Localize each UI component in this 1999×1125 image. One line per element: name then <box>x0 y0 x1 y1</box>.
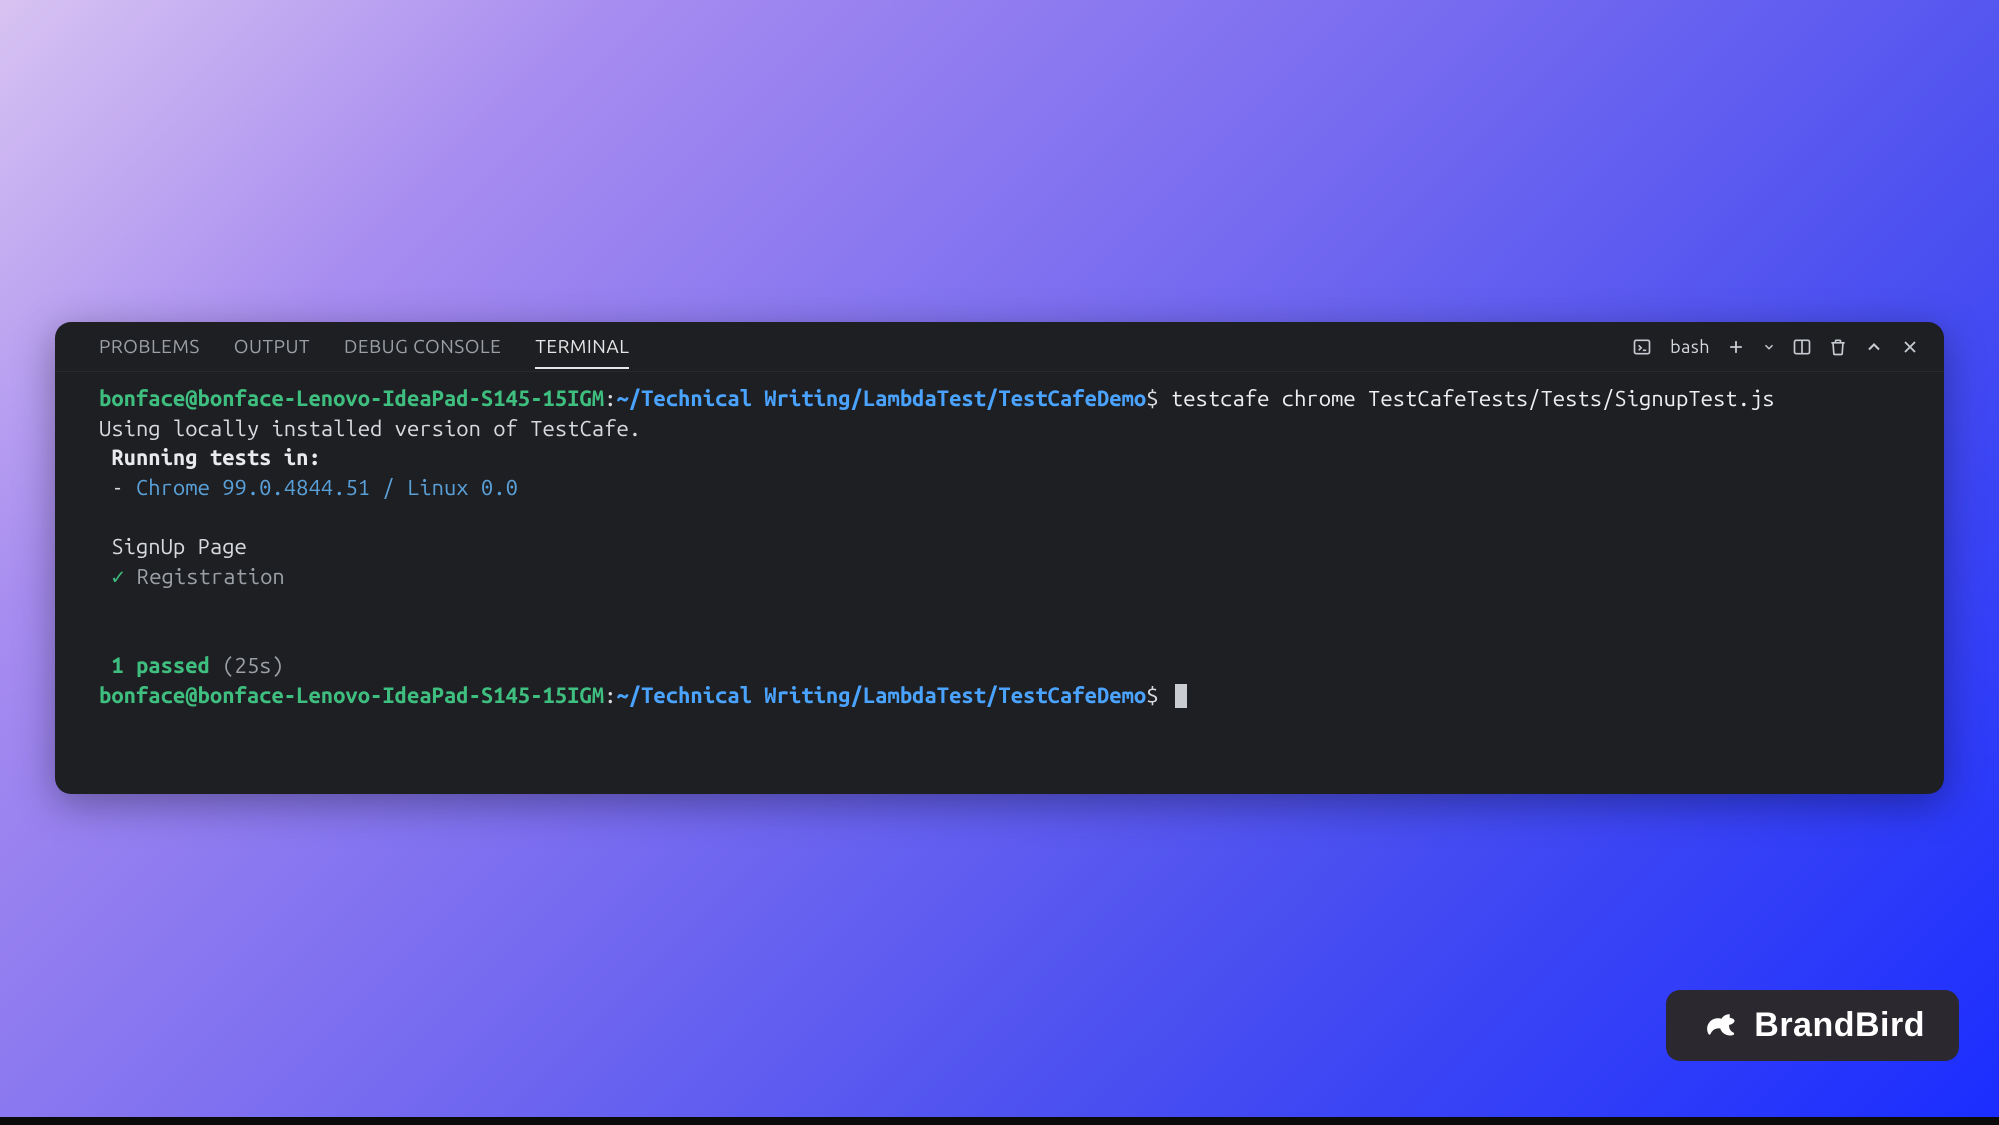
browser-line: Chrome 99.0.4844.51 / Linux 0.0 <box>136 475 518 500</box>
brandbird-label: BrandBird <box>1754 1006 1925 1045</box>
cursor <box>1175 684 1187 708</box>
chevron-up-icon[interactable] <box>1864 337 1884 357</box>
line-running: Running tests in: <box>111 445 320 470</box>
shell-label: bash <box>1670 337 1710 357</box>
brandbird-watermark: BrandBird <box>1666 990 1959 1061</box>
trash-icon[interactable] <box>1828 337 1848 357</box>
result-time: (25s) <box>222 653 284 678</box>
fixture-name: SignUp Page <box>111 534 247 559</box>
prompt-user-2: bonface@bonface-Lenovo-IdeaPad-S145-15IG… <box>99 683 604 708</box>
prompt-path-2: ~/Technical Writing/LambdaTest/TestCafeD… <box>616 683 1146 708</box>
chevron-down-icon[interactable] <box>1762 337 1776 357</box>
prompt-dollar: $ <box>1146 386 1158 411</box>
close-icon[interactable] <box>1900 337 1920 357</box>
prompt-dollar-2: $ <box>1146 683 1158 708</box>
terminal-launch-icon[interactable] <box>1632 337 1652 357</box>
bottom-strip <box>0 1117 1999 1125</box>
prompt-colon: : <box>604 386 616 411</box>
line-using: Using locally installed version of TestC… <box>99 416 641 441</box>
check-icon: ✓ <box>111 564 124 589</box>
command-text: testcafe chrome TestCafeTests/Tests/Sign… <box>1171 386 1775 411</box>
terminal-panel: PROBLEMS OUTPUT DEBUG CONSOLE TERMINAL b… <box>55 322 1944 794</box>
prompt-path: ~/Technical Writing/LambdaTest/TestCafeD… <box>616 386 1146 411</box>
brandbird-icon <box>1700 1007 1738 1045</box>
terminal-output[interactable]: bonface@bonface-Lenovo-IdeaPad-S145-15IG… <box>55 372 1944 794</box>
split-terminal-icon[interactable] <box>1792 337 1812 357</box>
prompt-colon-2: : <box>604 683 616 708</box>
browser-bullet: - <box>99 475 136 500</box>
new-terminal-icon[interactable] <box>1726 337 1746 357</box>
result-passed: 1 passed <box>111 653 210 678</box>
artifact-strip <box>55 322 1944 332</box>
test-name: Registration <box>137 564 285 589</box>
prompt-user: bonface@bonface-Lenovo-IdeaPad-S145-15IG… <box>99 386 604 411</box>
